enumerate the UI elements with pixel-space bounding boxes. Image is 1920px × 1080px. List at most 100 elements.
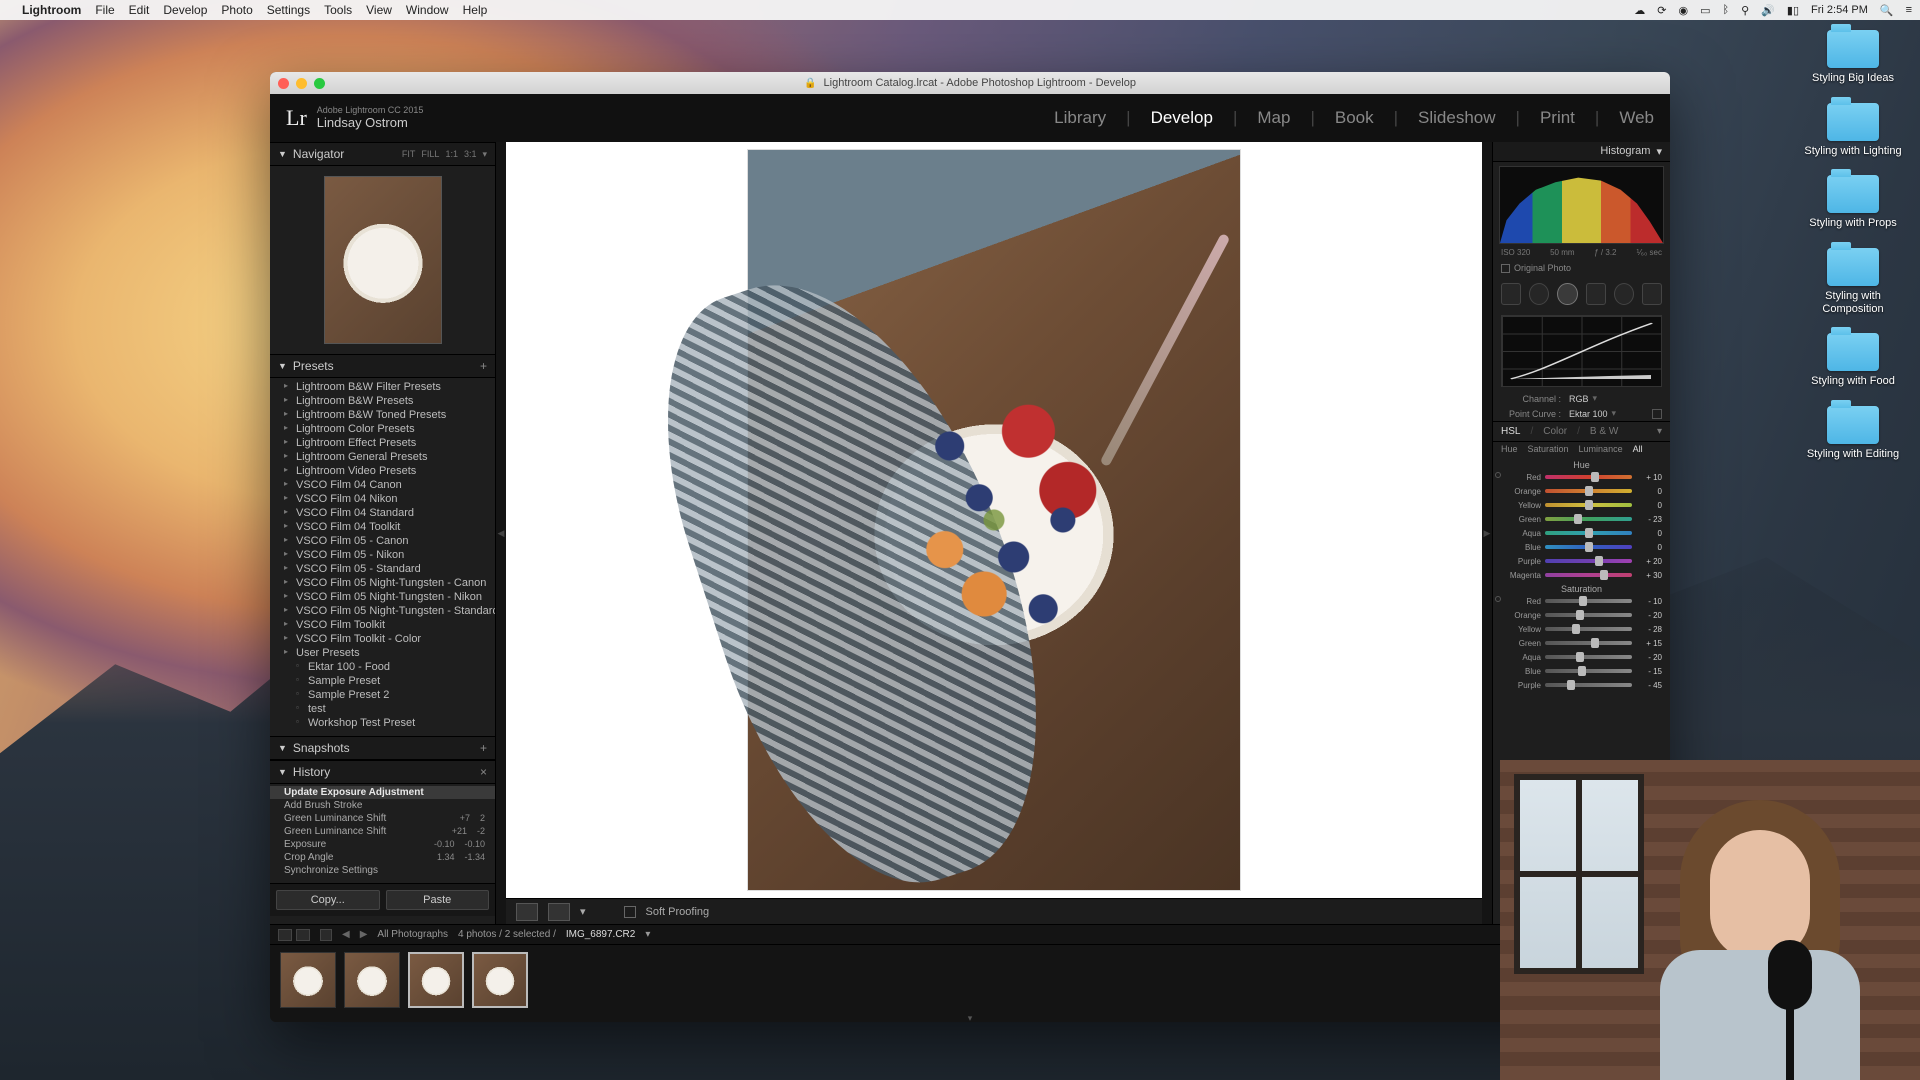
left-panel-grip[interactable]: ◀ (496, 142, 506, 924)
slider-knob[interactable] (1576, 610, 1584, 620)
redeye-tool[interactable] (1557, 283, 1577, 305)
crop-tool[interactable] (1501, 283, 1521, 305)
status-cloud-icon[interactable]: ☁︎ (1634, 4, 1645, 17)
tab-color[interactable]: Color (1543, 426, 1567, 437)
slider-track[interactable] (1545, 531, 1632, 535)
desktop-folder[interactable]: Styling with Lighting (1798, 103, 1908, 158)
preset-folder[interactable]: Lightroom B&W Presets (270, 394, 495, 408)
slider-knob[interactable] (1567, 680, 1575, 690)
desktop-folder[interactable]: Styling with Composition (1798, 248, 1908, 315)
slider-knob[interactable] (1595, 556, 1603, 566)
soft-proofing-checkbox[interactable] (624, 906, 636, 918)
slider-track[interactable] (1545, 683, 1632, 687)
slider-magenta[interactable]: Magenta+ 30 (1493, 568, 1670, 582)
menu-help[interactable]: Help (463, 3, 488, 17)
preset-folder[interactable]: Lightroom B&W Filter Presets (270, 380, 495, 394)
minimize-button[interactable] (296, 78, 307, 89)
slider-aqua[interactable]: Aqua- 20 (1493, 650, 1670, 664)
history-item[interactable]: Crop Angle1.34-1.34 (270, 851, 495, 864)
filmstrip-thumb[interactable] (280, 952, 336, 1008)
slider-track[interactable] (1545, 655, 1632, 659)
slider-knob[interactable] (1579, 596, 1587, 606)
history-list[interactable]: Update Exposure Adjustment Add Brush Str… (270, 784, 495, 883)
snapshots-header[interactable]: ▼ Snapshots + (270, 736, 495, 760)
slider-track[interactable] (1545, 517, 1632, 521)
slider-red[interactable]: Red- 10 (1493, 594, 1670, 608)
slider-knob[interactable] (1574, 514, 1582, 524)
grid-view-icon[interactable] (320, 929, 332, 941)
preset-folder[interactable]: VSCO Film 05 - Standard (270, 562, 495, 576)
menu-photo[interactable]: Photo (221, 3, 252, 17)
channel-value[interactable]: RGB (1569, 394, 1589, 404)
target-adjust-icon[interactable] (1495, 596, 1501, 602)
loupe-view-button[interactable] (516, 903, 538, 921)
history-item[interactable]: Synchronize Settings (270, 864, 495, 877)
disclosure-triangle-icon[interactable]: ▼ (278, 767, 287, 777)
slider-knob[interactable] (1572, 624, 1580, 634)
slider-knob[interactable] (1585, 486, 1593, 496)
slider-track[interactable] (1545, 489, 1632, 493)
slider-purple[interactable]: Purple+ 20 (1493, 554, 1670, 568)
nav-forward-icon[interactable]: ▶ (360, 929, 368, 940)
menubar-clock[interactable]: Fri 2:54 PM (1811, 4, 1868, 16)
preset-folder[interactable]: Lightroom Effect Presets (270, 436, 495, 450)
notification-center-icon[interactable]: ≡ (1906, 4, 1912, 16)
secondary-display-icon[interactable] (296, 929, 310, 941)
module-library[interactable]: Library (1054, 108, 1106, 128)
tab-hsl[interactable]: HSL (1501, 426, 1520, 437)
preset-item[interactable]: Sample Preset 2 (270, 688, 495, 702)
tab-bw[interactable]: B & W (1590, 426, 1618, 437)
menu-view[interactable]: View (366, 3, 392, 17)
module-develop[interactable]: Develop (1151, 108, 1213, 128)
slider-track[interactable] (1545, 545, 1632, 549)
preset-folder[interactable]: VSCO Film 05 Night-Tungsten - Canon (270, 576, 495, 590)
channel-row[interactable]: Channel : RGB ▾ (1493, 391, 1670, 406)
menu-file[interactable]: File (95, 3, 114, 17)
preset-item[interactable]: Ektar 100 - Food (270, 660, 495, 674)
module-web[interactable]: Web (1619, 108, 1654, 128)
history-item[interactable]: Green Luminance Shift+21-2 (270, 825, 495, 838)
menu-window[interactable]: Window (406, 3, 449, 17)
slider-knob[interactable] (1578, 666, 1586, 676)
module-slideshow[interactable]: Slideshow (1418, 108, 1496, 128)
preset-item[interactable]: Sample Preset (270, 674, 495, 688)
history-item[interactable]: Add Brush Stroke (270, 799, 495, 812)
filmstrip-breadcrumb[interactable]: All Photographs (377, 929, 448, 940)
original-checkbox[interactable] (1501, 264, 1510, 273)
chevron-down-icon[interactable]: ▾ (1612, 408, 1617, 419)
disclosure-triangle-icon[interactable]: ▼ (278, 361, 287, 371)
desktop-folder[interactable]: Styling Big Ideas (1798, 30, 1908, 85)
histogram[interactable] (1499, 166, 1664, 244)
status-volume-icon[interactable]: 🔊 (1761, 4, 1775, 17)
slider-knob[interactable] (1591, 472, 1599, 482)
right-panel-grip[interactable]: ▶ (1482, 142, 1492, 924)
history-item[interactable]: Exposure-0.10-0.10 (270, 838, 495, 851)
disclosure-triangle-icon[interactable]: ▼ (278, 743, 287, 753)
filmstrip-thumb[interactable] (472, 952, 528, 1008)
spot-tool[interactable] (1529, 283, 1549, 305)
slider-track[interactable] (1545, 503, 1632, 507)
preset-folder[interactable]: VSCO Film 05 Night-Tungsten - Standard (270, 604, 495, 618)
clear-history-icon[interactable]: × (480, 765, 487, 779)
preset-folder[interactable]: User Presets (270, 646, 495, 660)
preset-folder[interactable]: VSCO Film 05 - Canon (270, 534, 495, 548)
zoom-menu-icon[interactable]: ▾ (482, 149, 487, 160)
preset-folder[interactable]: Lightroom B&W Toned Presets (270, 408, 495, 422)
slider-knob[interactable] (1576, 652, 1584, 662)
slider-blue[interactable]: Blue- 15 (1493, 664, 1670, 678)
preset-folder[interactable]: VSCO Film 04 Canon (270, 478, 495, 492)
original-photo-row[interactable]: Original Photo (1493, 261, 1670, 279)
preset-folder[interactable]: VSCO Film 05 Night-Tungsten - Nikon (270, 590, 495, 604)
window-titlebar[interactable]: 🔒 Lightroom Catalog.lrcat - Adobe Photos… (270, 72, 1670, 94)
chevron-down-icon[interactable]: ▾ (1656, 145, 1662, 158)
identity-plate[interactable]: Adobe Lightroom CC 2015 Lindsay Ostrom (317, 106, 424, 130)
module-book[interactable]: Book (1335, 108, 1374, 128)
status-bluetooth-icon[interactable]: ᛒ (1723, 4, 1730, 16)
primary-display-icon[interactable] (278, 929, 292, 941)
slider-orange[interactable]: Orange0 (1493, 484, 1670, 498)
point-curve-value[interactable]: Ektar 100 (1569, 409, 1608, 419)
filmstrip-thumbs[interactable] (270, 945, 1670, 1014)
preset-folder[interactable]: VSCO Film 05 - Nikon (270, 548, 495, 562)
status-display-icon[interactable]: ▭ (1700, 4, 1710, 17)
close-button[interactable] (278, 78, 289, 89)
